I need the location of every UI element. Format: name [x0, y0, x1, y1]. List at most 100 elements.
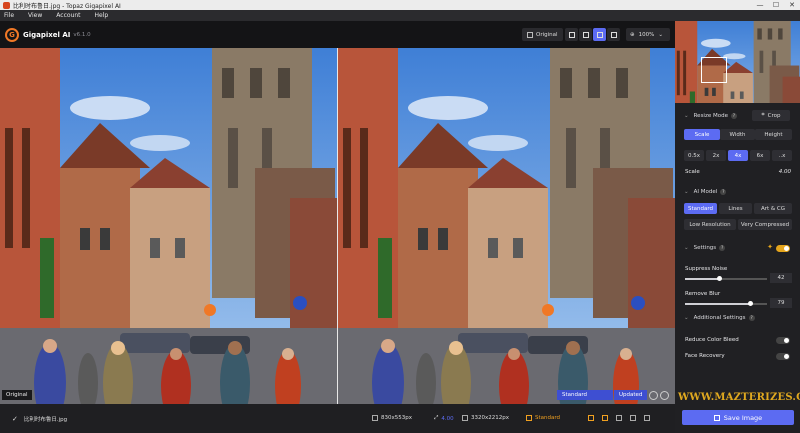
- view-grid-button[interactable]: [607, 28, 620, 41]
- model-indicator: Standard: [526, 415, 560, 421]
- split-view-icon: [582, 31, 589, 38]
- menu-account[interactable]: Account: [56, 12, 80, 19]
- view-split-button[interactable]: [579, 28, 592, 41]
- ai-model-header[interactable]: ⌄ AI Model ?: [684, 189, 727, 195]
- file-check-icon[interactable]: ✓: [12, 415, 18, 423]
- model-indicator-value: Standard: [535, 415, 561, 421]
- info-icon[interactable]: [649, 391, 658, 400]
- preview-processed-pane[interactable]: [338, 48, 675, 404]
- help-icon[interactable]: ?: [719, 245, 726, 251]
- mask-tool-icon[interactable]: [616, 415, 622, 421]
- menu-help[interactable]: Help: [95, 12, 109, 19]
- face-tool-icon[interactable]: [630, 415, 636, 421]
- show-original-button[interactable]: Original: [522, 28, 563, 41]
- compare-toggle-icon[interactable]: [660, 391, 669, 400]
- show-original-label: Original: [536, 31, 558, 38]
- status-bar: ✓ 比利时布鲁日.jpg 830x553px ⤢ 4.00 3320x2212p…: [0, 404, 675, 433]
- output-size-icon: [462, 415, 468, 421]
- suppress-noise-label: Suppress Noise: [685, 266, 728, 272]
- resize-mode-header[interactable]: ⌄ Resize Mode ?: [684, 113, 737, 119]
- auto-settings-toggle[interactable]: [776, 245, 790, 252]
- app-version: v6.1.0: [73, 31, 91, 38]
- scale-custom-button[interactable]: ..x: [772, 150, 792, 161]
- help-icon[interactable]: ?: [730, 113, 737, 119]
- watermark-text: WWW.MAZTERIZES.COM: [678, 392, 800, 403]
- preview-original-pane[interactable]: [0, 48, 337, 404]
- save-icon: [713, 414, 720, 421]
- help-icon[interactable]: ?: [748, 315, 755, 321]
- mode-scale-button[interactable]: Scale: [684, 129, 720, 140]
- scale-0-5x-button[interactable]: 0.5x: [684, 150, 704, 161]
- original-tag: Original: [2, 390, 32, 400]
- settings-section: ⌄ Settings ? ✦ Suppress Noise 42 Remove …: [675, 243, 800, 323]
- model-low-resolution-button[interactable]: Low Resolution: [684, 219, 736, 230]
- input-size: 830x553px: [372, 415, 412, 421]
- additional-settings-section: ⌄ Additional Settings ? Reduce Color Ble…: [675, 313, 800, 363]
- crop-label: Crop: [767, 112, 781, 119]
- additional-settings-header[interactable]: ⌄ Additional Settings ?: [684, 315, 755, 321]
- help-icon[interactable]: ?: [720, 189, 727, 195]
- menu-file[interactable]: File: [4, 12, 14, 19]
- resize-mode-title: Resize Mode: [693, 113, 728, 119]
- app-window: 比利时布鲁日.jpg - Topaz Gigapixel AI — ☐ ✕ Fi…: [0, 0, 800, 433]
- app-icon: [3, 1, 10, 9]
- navigator-thumbnail[interactable]: [675, 21, 800, 103]
- expand-icon: ⤢: [434, 415, 439, 421]
- window-titlebar: 比利时布鲁日.jpg - Topaz Gigapixel AI — ☐ ✕: [0, 0, 800, 10]
- suppress-noise-slider[interactable]: [685, 276, 767, 281]
- suppress-noise-handle[interactable]: [717, 276, 723, 281]
- standard-tag: Standard: [557, 390, 613, 400]
- file-name: 比利时布鲁日.jpg: [23, 416, 68, 423]
- additional-settings-title: Additional Settings: [693, 315, 746, 321]
- navigator-viewport-box[interactable]: [701, 57, 727, 83]
- trash-icon[interactable]: [644, 415, 650, 421]
- mode-height-button[interactable]: Height: [755, 129, 792, 140]
- model-standard-button[interactable]: Standard: [684, 203, 717, 214]
- model-art-cg-button[interactable]: Art & CG: [754, 203, 792, 214]
- image-preview[interactable]: Original Standard Updated: [0, 48, 675, 404]
- remove-blur-slider[interactable]: [685, 301, 767, 306]
- chevron-down-icon: ⌄: [684, 113, 689, 119]
- compare-icon: [527, 31, 533, 38]
- sharpen-tool-icon[interactable]: [602, 415, 608, 421]
- processed-image: [338, 48, 675, 404]
- toggle-knob: [784, 246, 789, 251]
- view-single-button[interactable]: [565, 28, 578, 41]
- app-name: Gigapixel AI: [23, 30, 71, 39]
- remove-blur-handle[interactable]: [747, 301, 753, 306]
- face-recovery-toggle[interactable]: [776, 353, 790, 360]
- updated-tag: Updated: [614, 390, 648, 400]
- scale-2x-button[interactable]: 2x: [706, 150, 726, 161]
- menu-bar: File View Account Help: [0, 10, 800, 21]
- toolbar: G Gigapixel AI v6.1.0 Original ⊕ 100% ⌄: [0, 21, 675, 48]
- suppress-noise-input[interactable]: 42: [770, 273, 792, 283]
- input-size-value: 830x553px: [381, 415, 412, 421]
- zoom-icon: ⊕: [630, 31, 635, 38]
- settings-header[interactable]: ⌄ Settings ?: [684, 245, 726, 251]
- chevron-down-icon: ⌄: [684, 315, 689, 321]
- crop-tool-icon[interactable]: [588, 415, 594, 421]
- scale-label: Scale: [685, 169, 700, 175]
- minimize-icon[interactable]: —: [752, 0, 768, 10]
- scale-6x-button[interactable]: 6x: [750, 150, 770, 161]
- remove-blur-input[interactable]: 79: [770, 298, 792, 308]
- status-tools: [588, 415, 653, 421]
- mode-width-button[interactable]: Width: [720, 129, 755, 140]
- scale-value[interactable]: 4.00: [779, 169, 791, 175]
- remove-blur-label: Remove Blur: [685, 291, 721, 297]
- menu-view[interactable]: View: [28, 12, 42, 19]
- output-size: 3320x2212px: [462, 415, 509, 421]
- reduce-color-bleed-toggle[interactable]: [776, 337, 790, 344]
- window-controls: — ☐ ✕: [752, 0, 800, 10]
- settings-sidebar: ⌄ Resize Mode ? ⌗ Crop Scale Width Heigh…: [675, 21, 800, 433]
- model-very-compressed-button[interactable]: Very Compressed: [738, 219, 792, 230]
- crop-button[interactable]: ⌗ Crop: [752, 110, 790, 121]
- zoom-dropdown[interactable]: ⊕ 100% ⌄: [626, 28, 670, 41]
- maximize-icon[interactable]: ☐: [768, 0, 784, 10]
- model-lines-button[interactable]: Lines: [719, 203, 752, 214]
- suppress-noise-fill: [685, 278, 720, 280]
- view-side-by-side-button[interactable]: [593, 28, 606, 41]
- save-image-button[interactable]: Save Image: [682, 410, 794, 425]
- scale-4x-button[interactable]: 4x: [728, 150, 748, 161]
- close-icon[interactable]: ✕: [784, 0, 800, 10]
